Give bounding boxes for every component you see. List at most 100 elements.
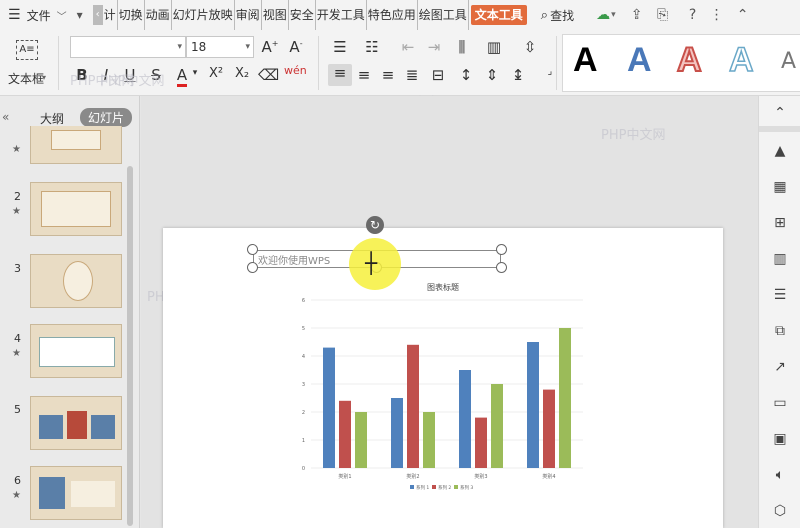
wordart-style-black[interactable]: A bbox=[573, 41, 598, 80]
picture-button[interactable]: ▣ bbox=[769, 428, 791, 450]
image-settings-button[interactable]: ⧉ bbox=[769, 320, 791, 342]
cloud-sync-button[interactable]: ☁ ▾ bbox=[596, 0, 616, 30]
text-direction-button[interactable]: ⫼ bbox=[452, 38, 472, 56]
wordart-style-teal-outline[interactable]: A bbox=[728, 40, 754, 80]
export-button[interactable]: ⎘ bbox=[652, 0, 674, 30]
search-button[interactable]: ⌕ 查找 bbox=[541, 0, 574, 30]
table-button[interactable]: ▦ bbox=[769, 176, 791, 198]
collapse-ribbon-button[interactable]: ⌃ bbox=[732, 0, 754, 30]
more-sidebar-button[interactable]: ⬡ bbox=[769, 500, 791, 522]
font-size-select[interactable]: 18 ▾ bbox=[186, 36, 254, 58]
slide-thumbnail[interactable] bbox=[30, 396, 122, 450]
chevron-down-icon: ﹀ bbox=[56, 11, 67, 23]
tab-slideshow[interactable]: 幻灯片放映 bbox=[172, 0, 235, 30]
paragraph-spacing-button[interactable]: ⇕ bbox=[482, 66, 502, 84]
chart-legend-swatch bbox=[432, 485, 436, 489]
font-color-dropdown[interactable]: ▾ bbox=[190, 68, 200, 78]
tab-outline[interactable]: 大纲 bbox=[40, 110, 64, 127]
align-left-icon: ≡ bbox=[333, 64, 347, 82]
help-icon: ? bbox=[688, 7, 697, 23]
tab-design[interactable]: 计 bbox=[103, 0, 118, 30]
chart-legend-swatch bbox=[410, 485, 414, 489]
star-icon: ★ bbox=[12, 348, 21, 359]
settings-button[interactable]: ☰ bbox=[769, 284, 791, 306]
decrease-font-button[interactable]: A- bbox=[286, 38, 306, 56]
help-button[interactable]: ? bbox=[682, 0, 704, 30]
increase-font-button[interactable]: A+ bbox=[260, 38, 280, 56]
share-button[interactable]: ↗ bbox=[769, 356, 791, 378]
more-button[interactable]: ⋮ bbox=[706, 0, 728, 30]
paragraph-expand-button[interactable]: ⌟ bbox=[540, 66, 560, 77]
slide-editor-canvas[interactable]: PHP中文网 PHP中文网 欢迎你使用WPS ↻ ┼ 图表标题 0123456类… bbox=[141, 96, 758, 528]
audio-button[interactable]: 🔈︎ bbox=[769, 464, 791, 486]
align-right-button[interactable]: ≡ bbox=[378, 66, 398, 84]
chart-button[interactable]: ▥ bbox=[769, 248, 791, 270]
textbox-button[interactable]: A≡ 文本框 ▾ bbox=[6, 36, 46, 90]
italic-button[interactable]: I bbox=[96, 66, 116, 84]
clear-format-button[interactable]: ⌫ bbox=[258, 66, 279, 84]
line-spacing-button[interactable]: ↕ bbox=[456, 66, 476, 84]
slide-thumbnail[interactable] bbox=[30, 126, 122, 164]
align-center-button[interactable]: ≡ bbox=[354, 66, 374, 84]
wordart-style-black-letter: A bbox=[573, 41, 598, 79]
wordart-style-blue[interactable]: A bbox=[627, 41, 652, 80]
strikethrough-button[interactable]: S bbox=[146, 66, 166, 84]
tab-scroll-left[interactable]: ‹ bbox=[92, 0, 103, 30]
spacing-dropdown-button[interactable]: ↨ bbox=[508, 66, 528, 84]
distribute-button[interactable]: ⊟ bbox=[428, 66, 448, 84]
sidebar-expand-button[interactable]: ⌃ bbox=[769, 102, 791, 124]
wordart-style-more[interactable]: A bbox=[781, 49, 799, 74]
underline-button[interactable]: U bbox=[120, 66, 140, 84]
bold-button[interactable]: B bbox=[72, 66, 92, 84]
chart-y-tick-label: 4 bbox=[302, 354, 305, 360]
tab-review[interactable]: 审阅 bbox=[235, 0, 262, 30]
image-icon: ⧉ bbox=[775, 323, 785, 339]
tab-developer[interactable]: 开发工具 bbox=[316, 0, 367, 30]
outdent-icon: ⇤ bbox=[401, 38, 415, 56]
superscript-button[interactable]: X² bbox=[206, 66, 226, 81]
font-name-select[interactable]: ▾ bbox=[70, 36, 186, 58]
chart-y-tick-label: 5 bbox=[302, 326, 305, 332]
increase-indent-button[interactable]: ⇥ bbox=[424, 38, 444, 56]
tab-features[interactable]: 特色应用 bbox=[367, 0, 418, 30]
phonetic-icon: wén bbox=[284, 64, 307, 77]
tab-transition[interactable]: 切换 bbox=[118, 0, 145, 30]
bar-chart[interactable]: 图表标题 0 1 2 3 4 5 6 类别1 类别2 类别3 类别4 系列 1 系列 2 系列 3 bbox=[163, 228, 723, 528]
align-left-button[interactable]: ≡ bbox=[328, 64, 352, 86]
tab-slides[interactable]: 幻灯片 bbox=[80, 108, 133, 127]
decrease-font-icon: A- bbox=[289, 38, 303, 56]
slide-thumbnail[interactable] bbox=[30, 466, 122, 520]
collapse-panel-button[interactable]: « bbox=[2, 110, 9, 124]
align-text-button[interactable]: ⇳ bbox=[520, 38, 540, 56]
numbered-list-button[interactable]: ☷ bbox=[362, 38, 382, 56]
shape-properties-button[interactable]: ▲ bbox=[769, 140, 791, 162]
quick-access-dropdown[interactable]: ▾ bbox=[77, 0, 83, 30]
slides-scrollbar[interactable] bbox=[127, 166, 133, 526]
current-slide[interactable]: 欢迎你使用WPS ↻ ┼ 图表标题 0 1 2 3 4 5 6 类别1 类别2 类别3 类别4 系列… bbox=[163, 216, 723, 528]
slide-thumbnail[interactable] bbox=[30, 182, 122, 236]
subscript-button[interactable]: X₂ bbox=[232, 66, 252, 81]
bullet-list-button[interactable]: ☰ bbox=[330, 38, 350, 56]
align-center-icon: ≡ bbox=[357, 66, 371, 84]
justify-button[interactable]: ≣ bbox=[402, 66, 422, 84]
tab-animation[interactable]: 动画 bbox=[145, 0, 172, 30]
slide-thumbnail[interactable] bbox=[30, 324, 122, 378]
slide-thumbnail[interactable] bbox=[30, 254, 122, 308]
archive-button[interactable]: ▭ bbox=[769, 392, 791, 414]
tab-security[interactable]: 安全 bbox=[289, 0, 316, 30]
chart-bar bbox=[339, 400, 351, 468]
file-menu-label: 文件 bbox=[26, 8, 51, 23]
columns-button[interactable]: ▥ bbox=[484, 38, 504, 56]
decrease-indent-button[interactable]: ⇤ bbox=[398, 38, 418, 56]
menu-icon[interactable]: ☰ bbox=[8, 0, 21, 30]
file-menu[interactable]: 文件 ﹀ bbox=[27, 0, 67, 30]
layout-button[interactable]: ⊞ bbox=[769, 212, 791, 234]
phonetic-guide-button[interactable]: wén bbox=[284, 64, 307, 77]
tab-drawing-tools[interactable]: 绘图工具 bbox=[418, 0, 469, 30]
tab-text-tools[interactable]: 文本工具 bbox=[470, 5, 527, 25]
slide-thumbnail-content bbox=[71, 481, 115, 507]
share-button[interactable]: ⇪ bbox=[626, 0, 648, 30]
tab-view[interactable]: 视图 bbox=[262, 0, 289, 30]
font-color-button[interactable]: A bbox=[172, 66, 192, 87]
wordart-style-red-outline[interactable]: A bbox=[676, 40, 703, 80]
